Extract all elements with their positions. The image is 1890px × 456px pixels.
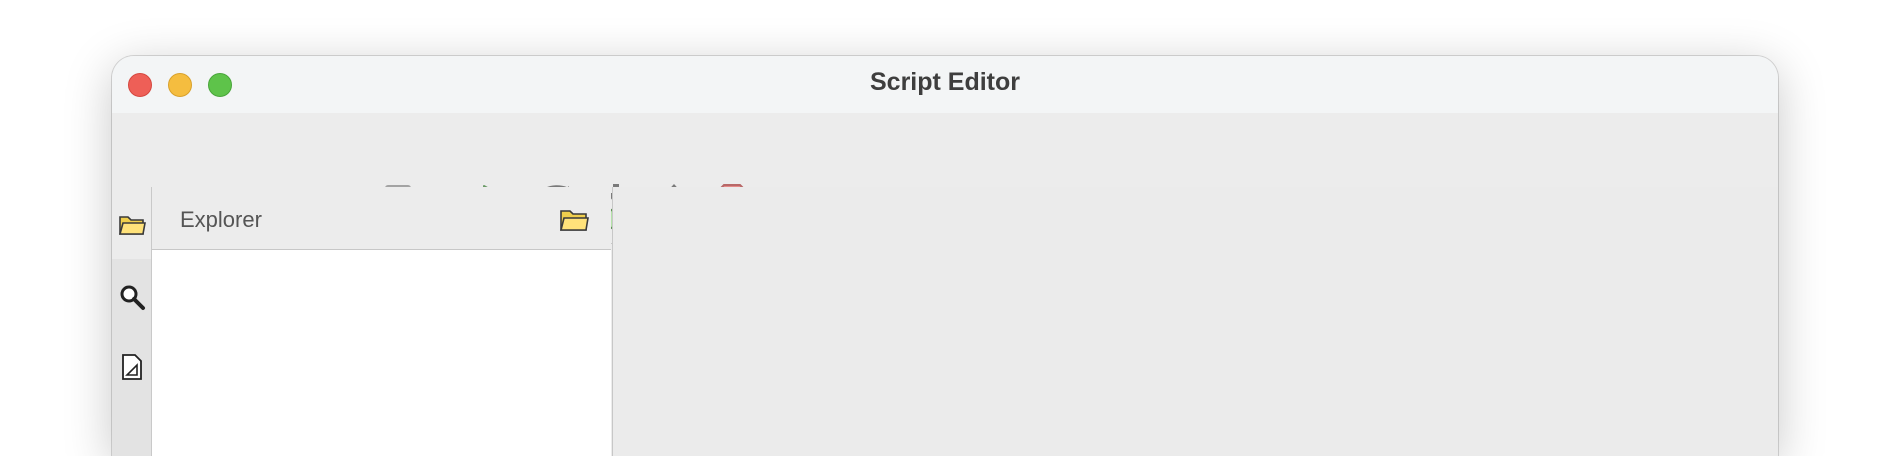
- explorer-file-tree[interactable]: [152, 250, 611, 456]
- explorer-title: Explorer: [180, 207, 262, 232]
- folder-icon[interactable]: [559, 207, 589, 233]
- explorer-header: Explorer: [152, 187, 611, 250]
- editor-area[interactable]: [613, 187, 1778, 456]
- title-bar[interactable]: Script Editor: [112, 56, 1778, 113]
- window-title: Script Editor: [869, 68, 1020, 96]
- script-editor-window: Script Editor Explorer: [112, 56, 1778, 456]
- sidebar-tab-strip: [112, 187, 152, 456]
- explorer-panel: Explorer: [152, 187, 611, 456]
- document-ruler-icon[interactable]: [118, 353, 146, 381]
- folder-icon[interactable]: [118, 211, 146, 239]
- magnifier-icon[interactable]: [118, 283, 146, 311]
